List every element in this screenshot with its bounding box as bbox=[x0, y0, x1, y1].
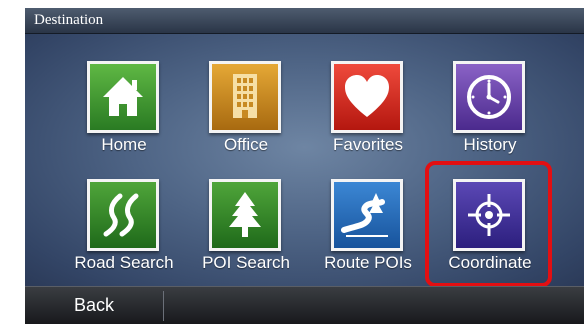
coordinate-highlight-box bbox=[425, 161, 552, 287]
tree-icon bbox=[209, 179, 281, 251]
route-pois-tile[interactable]: Route POIs bbox=[309, 179, 427, 279]
home-icon bbox=[87, 61, 159, 133]
office-building-icon bbox=[209, 61, 281, 133]
home-tile[interactable]: Home bbox=[65, 61, 183, 161]
title-bar: Destination bbox=[25, 8, 584, 34]
nav-screen: Destination Home Office Favorites Histor… bbox=[25, 8, 584, 324]
heart-icon bbox=[331, 61, 403, 133]
favorites-label: Favorites bbox=[333, 135, 403, 154]
bottom-bar-divider bbox=[163, 291, 164, 321]
destination-menu: Home Office Favorites History Road Searc… bbox=[25, 34, 584, 287]
home-label: Home bbox=[101, 135, 147, 154]
office-label: Office bbox=[223, 135, 269, 154]
poi-search-label: POI Search bbox=[202, 253, 290, 272]
clock-icon bbox=[453, 61, 525, 133]
history-tile[interactable]: History bbox=[431, 61, 549, 161]
road-search-tile[interactable]: Road Search bbox=[65, 179, 183, 279]
page-title: Destination bbox=[34, 12, 104, 28]
bottom-bar: Back bbox=[25, 286, 584, 324]
route-pois-label: Route POIs bbox=[324, 253, 412, 272]
road-icon bbox=[87, 179, 159, 251]
road-search-label: Road Search bbox=[74, 253, 174, 272]
favorites-tile[interactable]: Favorites bbox=[309, 61, 427, 161]
office-tile[interactable]: Office bbox=[187, 61, 305, 161]
route-icon bbox=[331, 179, 403, 251]
poi-search-tile[interactable]: POI Search bbox=[187, 179, 305, 279]
back-button[interactable]: Back bbox=[25, 287, 163, 324]
history-label: History bbox=[463, 135, 517, 154]
